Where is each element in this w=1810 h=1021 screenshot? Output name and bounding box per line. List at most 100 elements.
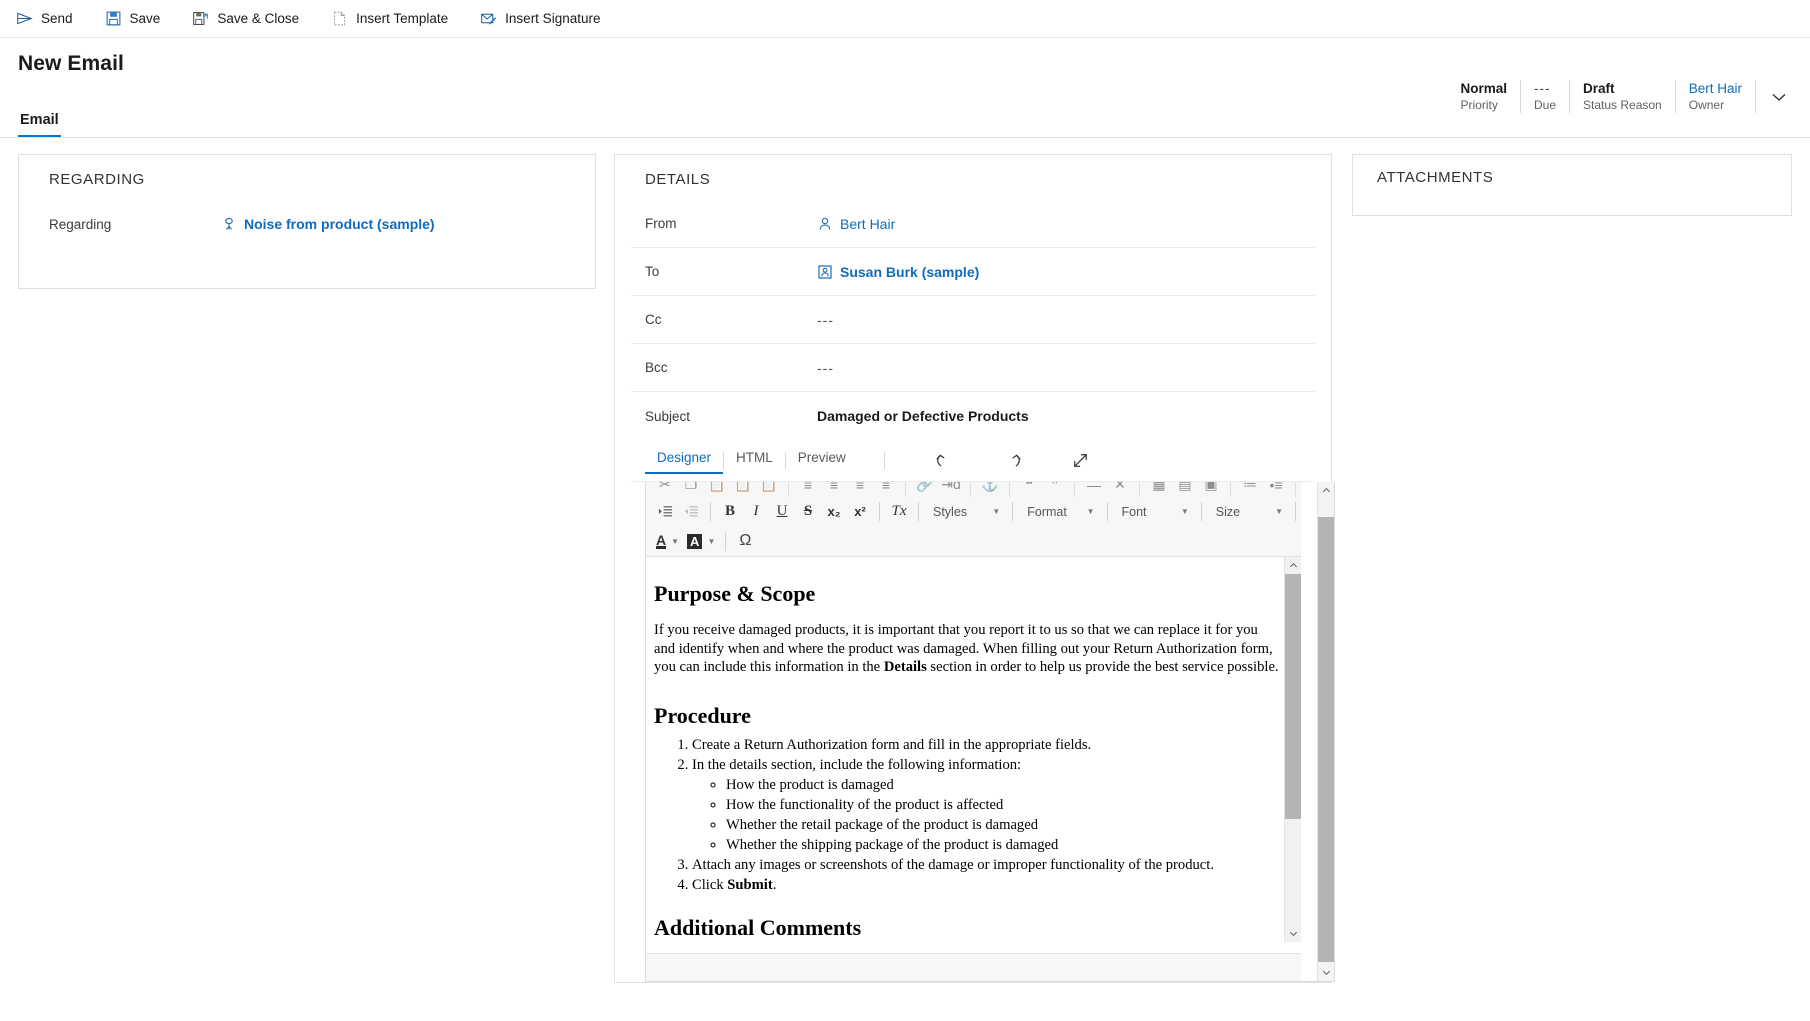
quote-right-icon[interactable]: ❞	[1043, 482, 1067, 497]
to-label: To	[645, 264, 817, 279]
editor-scrollbar-thumb[interactable]	[1318, 517, 1335, 962]
regarding-column: REGARDING Regarding Noise from product (…	[18, 154, 596, 289]
header-stat-owner[interactable]: Bert Hair Owner	[1676, 80, 1756, 113]
table-icon[interactable]: ▦	[1147, 482, 1171, 497]
horizontal-rule-icon[interactable]: —	[1082, 482, 1106, 497]
email-body-content[interactable]: Purpose & Scope If you receive damaged p…	[646, 557, 1301, 942]
size-dropdown[interactable]: Size ▼	[1209, 499, 1288, 524]
bulleted-list-icon[interactable]: •≡	[1264, 482, 1288, 497]
bcc-value[interactable]: ---	[817, 360, 834, 376]
regarding-value[interactable]: Noise from product (sample)	[221, 216, 435, 232]
scroll-down-arrow-icon[interactable]	[1318, 964, 1335, 981]
save-and-close-button[interactable]: Save & Close	[190, 0, 313, 38]
tab-designer[interactable]: Designer	[645, 447, 723, 474]
tab-html[interactable]: HTML	[724, 447, 785, 474]
link-icon[interactable]: 🔗	[913, 482, 937, 497]
attachments-card: ATTACHMENTS	[1352, 154, 1792, 216]
toolbar-separator	[710, 502, 711, 521]
field-row-cc[interactable]: Cc ---	[631, 296, 1315, 344]
regarding-link[interactable]: Noise from product (sample)	[244, 216, 435, 232]
body-scrollbar-thumb[interactable]	[1285, 574, 1301, 819]
underline-button[interactable]: U	[770, 499, 794, 524]
special-character-button[interactable]: Ω	[733, 529, 757, 554]
cc-value[interactable]: ---	[817, 312, 834, 328]
send-icon	[16, 10, 33, 27]
numbered-list-icon[interactable]: ≔	[1238, 482, 1262, 497]
superscript-button[interactable]: x²	[848, 499, 872, 524]
scroll-up-arrow-icon[interactable]	[1318, 482, 1335, 499]
format-dropdown[interactable]: Format ▼	[1020, 499, 1099, 524]
from-value[interactable]: Bert Hair	[817, 216, 895, 232]
subject-text: Damaged or Defective Products	[817, 408, 1029, 424]
field-row-regarding[interactable]: Regarding Noise from product (sample)	[35, 200, 579, 248]
body-paragraph-1-bold: Details	[884, 659, 927, 675]
italic-button[interactable]: I	[744, 499, 768, 524]
send-button[interactable]: Send	[14, 0, 87, 38]
remove-formatting-button[interactable]: Tx	[887, 499, 911, 524]
styles-dropdown[interactable]: Styles ▼	[926, 499, 1005, 524]
background-color-letter: A	[687, 534, 702, 549]
rich-text-editor[interactable]: ✂ ❐ 📋 📋 📋 ≡ ≡ ≡ ≡ 🔗 ⇥d ⚓	[645, 482, 1335, 982]
owner-value[interactable]: Bert Hair	[1689, 80, 1742, 97]
body-procedure-list: Create a Return Authorization form and f…	[654, 735, 1279, 895]
body-paragraph-1: If you receive damaged products, it is i…	[654, 621, 1279, 677]
undo-button[interactable]	[923, 446, 967, 476]
align-right-icon[interactable]: ≡	[848, 482, 872, 497]
bold-button[interactable]: B	[718, 499, 742, 524]
image-icon[interactable]: ▣	[1199, 482, 1223, 497]
insert-template-button-label: Insert Template	[356, 11, 448, 26]
paste-word-icon[interactable]: 📋	[757, 482, 781, 497]
rte-toolbar-row-2: B I U S x₂ x² Tx Styles ▼	[646, 497, 1301, 526]
indent-increase-icon[interactable]	[653, 499, 677, 524]
remove-format-icon[interactable]: ✕	[1108, 482, 1132, 497]
quote-left-icon[interactable]: ❝	[1017, 482, 1041, 497]
background-color-button[interactable]: A ▼	[684, 529, 718, 554]
fullscreen-button[interactable]	[1059, 446, 1103, 476]
to-value[interactable]: Susan Burk (sample)	[817, 264, 979, 280]
insert-template-button[interactable]: Insert Template	[329, 0, 462, 38]
body-scrollbar[interactable]	[1284, 557, 1301, 942]
cut-icon[interactable]: ✂	[653, 482, 677, 497]
toolbar-separator	[1230, 482, 1231, 497]
save-button[interactable]: Save	[103, 0, 175, 38]
from-link[interactable]: Bert Hair	[840, 216, 895, 232]
subject-label: Subject	[645, 409, 817, 424]
scroll-down-arrow-icon[interactable]	[1285, 925, 1301, 942]
redo-button[interactable]	[991, 446, 1035, 476]
paste-icon[interactable]: 📋	[705, 482, 729, 497]
list-item: How the functionality of the product is …	[726, 795, 1279, 815]
tab-preview[interactable]: Preview	[786, 447, 858, 474]
field-row-from[interactable]: From Bert Hair	[631, 200, 1315, 248]
subject-value[interactable]: Damaged or Defective Products	[817, 408, 1029, 424]
toolbar-separator	[725, 532, 726, 551]
details-column: DETAILS From Bert Hair To	[614, 154, 1332, 983]
strikethrough-button[interactable]: S	[796, 499, 820, 524]
toolbar-separator	[1201, 502, 1202, 521]
body-heading-purpose-scope: Purpose & Scope	[654, 581, 1279, 607]
paste-text-icon[interactable]: 📋	[731, 482, 755, 497]
form-body: REGARDING Regarding Noise from product (…	[0, 138, 1810, 1020]
unlink-icon[interactable]: ⇥d	[939, 482, 963, 497]
field-row-subject[interactable]: Subject Damaged or Defective Products	[631, 392, 1315, 440]
tab-email[interactable]: Email	[18, 112, 61, 137]
anchor-icon[interactable]: ⚓	[978, 482, 1002, 497]
text-color-button[interactable]: A ▼	[653, 529, 682, 554]
font-dropdown[interactable]: Font ▼	[1115, 499, 1194, 524]
scroll-up-arrow-icon[interactable]	[1285, 557, 1301, 574]
subscript-button[interactable]: x₂	[822, 499, 846, 524]
copy-icon[interactable]: ❐	[679, 482, 703, 497]
header-expand-button[interactable]	[1762, 80, 1796, 113]
align-justify-icon[interactable]: ≡	[874, 482, 898, 497]
grid-icon[interactable]: ▤	[1173, 482, 1197, 497]
field-row-to[interactable]: To Susan Burk (sample)	[631, 248, 1315, 296]
align-center-icon[interactable]: ≡	[822, 482, 846, 497]
insert-signature-button[interactable]: Insert Signature	[478, 0, 614, 38]
indent-decrease-icon[interactable]	[679, 499, 703, 524]
field-row-bcc[interactable]: Bcc ---	[631, 344, 1315, 392]
chevron-down-icon: ▼	[707, 537, 715, 546]
align-left-icon[interactable]: ≡	[796, 482, 820, 497]
to-link[interactable]: Susan Burk (sample)	[840, 264, 979, 280]
editor-scrollbar[interactable]	[1317, 482, 1334, 981]
font-dropdown-label: Font	[1122, 505, 1147, 519]
rte-toolbar-row-3: A ▼ A ▼ Ω	[646, 526, 1301, 556]
